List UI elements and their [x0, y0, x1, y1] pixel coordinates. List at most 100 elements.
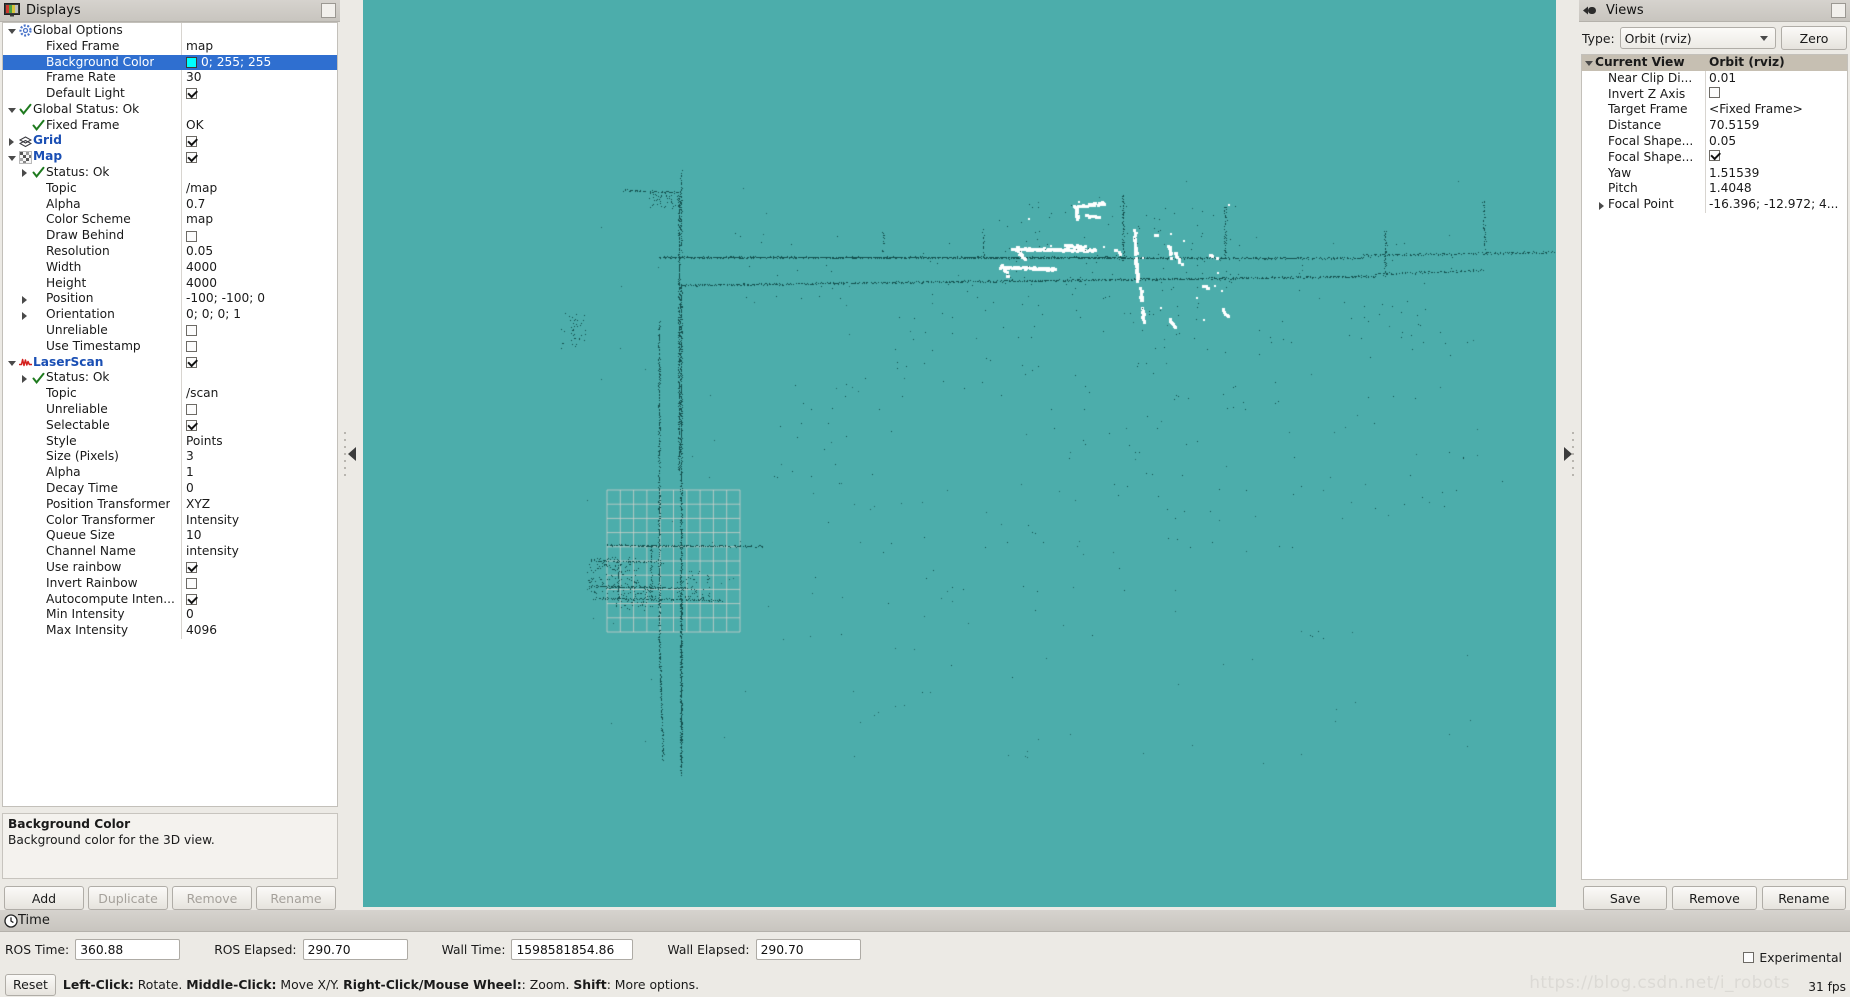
property-checkbox[interactable] [186, 341, 197, 353]
property-value-cell[interactable] [181, 338, 337, 355]
experimental-toggle[interactable]: Experimental [1743, 950, 1842, 965]
display-property-row[interactable]: Style Points [3, 433, 337, 450]
property-checkbox[interactable] [186, 593, 197, 605]
save-view-button[interactable]: Save [1583, 886, 1668, 910]
display-property-row[interactable]: Alpha 0.7 [3, 196, 337, 213]
display-property-row[interactable]: Min Intensity 0 [3, 607, 337, 624]
view-property-checkbox[interactable] [1709, 86, 1720, 98]
chevron-right-icon[interactable] [18, 309, 31, 322]
view-property-value-cell[interactable]: 1.51539 [1705, 165, 1847, 182]
view-property-row[interactable]: Yaw 1.51539 [1582, 165, 1847, 182]
display-property-row[interactable]: Position -100; -100; 0 [3, 291, 337, 308]
property-value-cell[interactable] [181, 22, 337, 39]
display-property-row[interactable]: Grid [3, 133, 337, 150]
render-viewport-3d[interactable] [363, 0, 1556, 907]
rename-view-button[interactable]: Rename [1761, 886, 1846, 910]
property-checkbox[interactable] [186, 135, 197, 147]
view-property-value-cell[interactable]: 70.5159 [1705, 118, 1847, 134]
display-property-row[interactable]: Invert Rainbow [3, 575, 337, 592]
property-value-cell[interactable]: XYZ [181, 496, 337, 513]
property-value-cell[interactable]: 1 [181, 465, 337, 482]
view-property-row[interactable]: Focal Shape... 0.05 [1582, 133, 1847, 150]
display-property-row[interactable]: Resolution 0.05 [3, 244, 337, 260]
displays-tree[interactable]: Global Options Fixed Frame map Background C… [2, 21, 338, 808]
views-float-button[interactable] [1831, 3, 1846, 18]
property-value-cell[interactable]: Intensity [181, 512, 337, 529]
display-property-row[interactable]: Width 4000 [3, 259, 337, 276]
property-value-cell[interactable]: map [181, 212, 337, 229]
right-splitter-handle[interactable] [1556, 0, 1579, 907]
display-property-row[interactable]: Color Scheme map [3, 212, 337, 229]
view-property-value-cell[interactable]: 0.05 [1705, 133, 1847, 150]
add-button[interactable]: Add [4, 886, 84, 910]
collapse-right-panel-icon[interactable] [1563, 446, 1572, 461]
property-value-cell[interactable] [181, 101, 337, 118]
property-value-cell[interactable] [181, 370, 337, 387]
chevron-down-icon[interactable] [5, 356, 18, 369]
chevron-down-icon[interactable] [5, 151, 18, 164]
property-checkbox[interactable] [186, 578, 197, 590]
property-checkbox[interactable] [186, 88, 197, 100]
view-property-row[interactable]: Near Clip Di... 0.01 [1582, 70, 1847, 87]
property-value-cell[interactable]: 0 [181, 481, 337, 497]
property-value-cell[interactable] [181, 133, 337, 150]
display-property-row[interactable]: Orientation 0; 0; 0; 1 [3, 307, 337, 324]
display-property-row[interactable]: Background Color 0; 255; 255 [3, 54, 337, 71]
chevron-right-icon[interactable] [18, 293, 31, 306]
time-field-input[interactable] [511, 939, 634, 960]
view-property-row[interactable]: Invert Z Axis [1582, 86, 1847, 103]
property-checkbox[interactable] [186, 325, 197, 337]
chevron-right-icon[interactable] [5, 135, 18, 148]
view-property-value-cell[interactable]: 1.4048 [1705, 181, 1847, 198]
display-property-row[interactable]: LaserScan [3, 354, 337, 371]
display-property-row[interactable]: Frame Rate 30 [3, 70, 337, 87]
display-property-row[interactable]: Height 4000 [3, 275, 337, 292]
display-property-row[interactable]: Unreliable [3, 323, 337, 339]
property-checkbox[interactable] [186, 357, 197, 369]
property-checkbox[interactable] [186, 151, 197, 163]
zero-button[interactable]: Zero [1781, 26, 1847, 50]
property-value-cell[interactable] [181, 417, 337, 434]
property-value-cell[interactable] [181, 149, 337, 166]
property-value-cell[interactable] [181, 591, 337, 608]
time-field-input[interactable] [302, 939, 408, 960]
property-value-cell[interactable]: 30 [181, 70, 337, 87]
experimental-checkbox[interactable] [1743, 952, 1755, 963]
display-property-row[interactable]: Size (Pixels) 3 [3, 449, 337, 466]
property-value-cell[interactable] [181, 323, 337, 339]
chevron-down-icon[interactable] [5, 103, 18, 116]
display-property-row[interactable]: Use rainbow [3, 560, 337, 576]
property-value-cell[interactable]: 0 [181, 607, 337, 624]
property-value-cell[interactable] [181, 165, 337, 181]
display-property-row[interactable]: Global Options [3, 22, 337, 39]
display-property-row[interactable]: Default Light [3, 86, 337, 102]
property-value-cell[interactable]: OK [181, 117, 337, 134]
chevron-down-icon[interactable] [1582, 56, 1595, 69]
time-field-input[interactable] [75, 939, 181, 960]
map-and-laserscan-canvas[interactable] [363, 0, 1556, 907]
display-property-row[interactable]: Selectable [3, 417, 337, 434]
property-value-cell[interactable]: 10 [181, 528, 337, 545]
view-property-value-cell[interactable]: <Fixed Frame> [1705, 102, 1847, 119]
reset-button[interactable]: Reset [5, 973, 56, 996]
displays-float-button[interactable] [321, 2, 336, 18]
display-property-row[interactable]: Global Status: Ok [3, 101, 337, 118]
view-property-value-cell[interactable]: 0.01 [1705, 70, 1847, 87]
view-property-row[interactable]: Focal Point -16.396; -12.972; 4... [1582, 197, 1847, 213]
property-checkbox[interactable] [186, 562, 197, 574]
property-value-cell[interactable]: 4000 [181, 275, 337, 292]
display-property-row[interactable]: Position Transformer XYZ [3, 496, 337, 513]
view-property-row[interactable]: Target Frame <Fixed Frame> [1582, 102, 1847, 119]
property-checkbox[interactable] [186, 420, 197, 432]
view-property-row[interactable]: Focal Shape... [1582, 149, 1847, 166]
property-value-cell[interactable] [181, 575, 337, 592]
property-value-cell[interactable]: 3 [181, 449, 337, 466]
property-value-cell[interactable] [181, 354, 337, 371]
view-property-row[interactable]: Pitch 1.4048 [1582, 181, 1847, 198]
view-type-dropdown[interactable]: Orbit (rviz) [1619, 27, 1776, 49]
display-property-row[interactable]: Use Timestamp [3, 338, 337, 355]
view-property-value-cell[interactable] [1705, 149, 1847, 166]
chevron-right-icon[interactable] [18, 372, 31, 385]
property-checkbox[interactable] [186, 230, 197, 242]
view-property-checkbox[interactable] [1709, 149, 1720, 161]
